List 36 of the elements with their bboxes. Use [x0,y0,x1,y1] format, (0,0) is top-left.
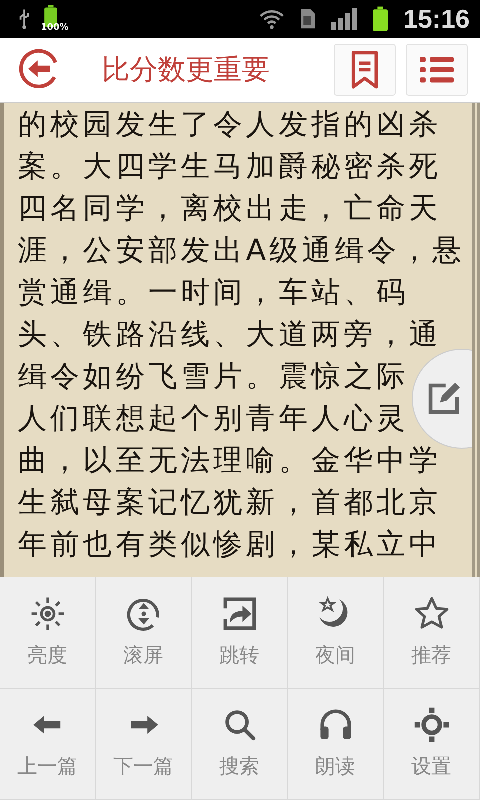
text-line: 曲，以至无法理喻。金华中学 [18,442,442,479]
bookmark-button[interactable] [334,44,396,96]
text-line: 年前也有类似惨剧，某私立中 [18,526,442,563]
sim-card-icon [300,9,314,29]
menu-item[interactable]: 朗读 [288,688,384,800]
star-icon [414,596,450,632]
wifi-icon [258,8,284,30]
text-line: 赏通缉。一时间，车站、码 [18,274,410,311]
menu-item[interactable]: 搜索 [192,688,288,800]
jump-icon [222,596,258,632]
menu-item[interactable]: 上一篇 [0,688,96,800]
text-line: 的校园发生了令人发指的凶杀 [18,106,442,143]
edit-icon [427,382,461,416]
clock-time: 15:16 [404,4,470,34]
chapter-title: 比分数更重要 [101,52,271,88]
text-line: 案。大四学生马加爵秘密杀死 [18,148,442,185]
usb-icon [18,8,31,30]
text-line: 涯，公安部发出A级通缉令，悬 [18,232,466,269]
text-line: 生弑母案记忆犹新，首都北京 [18,484,442,521]
text-line: 人们联想起个别青年人心灵 [18,400,410,437]
menu-item[interactable]: 亮度 [0,577,96,688]
menu-item[interactable]: 夜间 [288,577,384,688]
menu-item[interactable]: 滚屏 [96,577,192,688]
text-line: 缉令如纷飞雪片。震惊之际 [18,358,410,395]
settings-icon [414,707,450,744]
contents-list-button[interactable] [406,44,468,96]
signal-icon [330,8,356,30]
text-line: 四名同学，离校出走，亡命天 [18,190,442,227]
menu-item[interactable]: 推荐 [384,577,480,688]
menu-item[interactable]: 跳转 [192,577,288,688]
sun-icon [30,596,66,632]
battery-percent: 100% [41,23,69,33]
menu-item[interactable]: 设置 [384,688,480,800]
text-line: 头、铁路沿线、大道两旁，通 [18,316,442,353]
battery-icon [372,6,388,32]
menu-item[interactable]: 下一篇 [96,688,192,800]
